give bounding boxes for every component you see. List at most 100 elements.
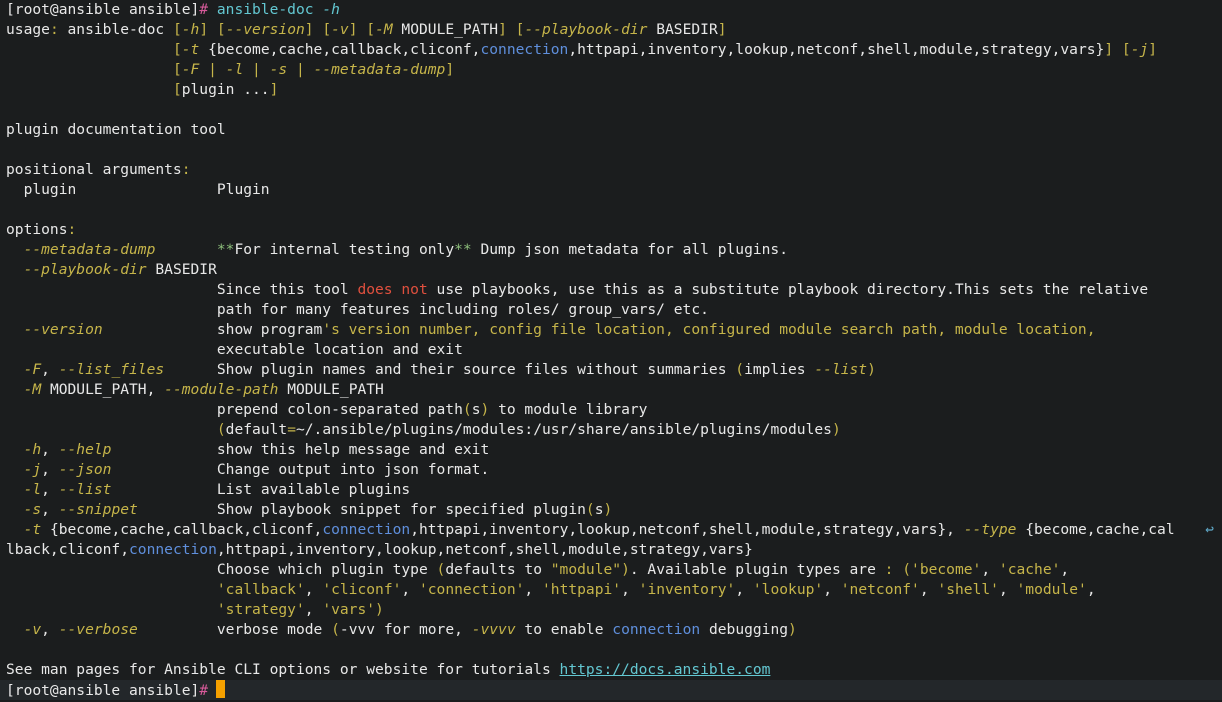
- terminal-text: 'cache': [998, 561, 1061, 578]
- terminal-text: ,: [998, 581, 1017, 598]
- terminal-text: ,: [41, 461, 59, 478]
- terminal-text: Choose which plugin type: [6, 561, 437, 578]
- terminal-line: -t {become,cache,callback,cliconf,connec…: [0, 520, 1222, 540]
- terminal-text: -v: [331, 21, 349, 38]
- terminal-text: (: [462, 401, 472, 418]
- terminal-line: -h, --help show this help message and ex…: [0, 440, 1222, 460]
- terminal-text: Dump json metadata for all plugins.: [471, 241, 789, 258]
- terminal-text: default: [225, 421, 288, 438]
- terminal-text: defaults to: [445, 561, 551, 578]
- terminal-text: 'netconf': [840, 581, 920, 598]
- terminal-text: path for many features including roles/ …: [6, 301, 709, 318]
- terminal-text: -h: [23, 441, 42, 458]
- terminal-text: See man pages for Ansible CLI options or…: [6, 661, 560, 678]
- terminal-text: ): [375, 601, 384, 618]
- terminal-text: 'lookup': [752, 581, 824, 598]
- terminal-text: =: [287, 421, 296, 438]
- terminal-text: [: [172, 21, 182, 38]
- terminal-text: lback,cliconf,: [6, 541, 130, 558]
- line-wrap-icon: ↩: [1205, 521, 1214, 538]
- terminal-text: use playbooks, use this as a substitute …: [427, 281, 1149, 298]
- terminal-text: ): [867, 361, 876, 378]
- terminal-text: ]: [1148, 41, 1158, 58]
- terminal-text: connection: [322, 521, 411, 538]
- terminal-text: List available plugins: [111, 481, 411, 498]
- terminal-text: connection: [129, 541, 217, 558]
- terminal-text: For internal testing only: [234, 241, 455, 258]
- terminal-text: ,httpapi,inventory,lookup,netconf,shell,…: [216, 541, 753, 558]
- terminal-text: MODULE_PATH,: [41, 381, 165, 398]
- terminal-text: ,: [41, 441, 59, 458]
- terminal-text: |: [199, 61, 226, 78]
- terminal-text: [root@ansible ansible]: [6, 682, 200, 699]
- terminal-line: -v, --verbose verbose mode (-vvv for mor…: [0, 620, 1222, 640]
- terminal-text: ,: [41, 361, 59, 378]
- cursor-icon: [216, 680, 226, 698]
- docs-link[interactable]: https://docs.ansible.com: [560, 661, 771, 678]
- terminal-text: ,: [823, 581, 841, 598]
- terminal-text: -j: [23, 461, 42, 478]
- terminal-text: **: [454, 241, 472, 258]
- terminal-text: does not: [357, 281, 428, 298]
- terminal-text: 's version number, config file location,…: [322, 321, 1096, 338]
- terminal-text: (: [436, 561, 446, 578]
- terminal-line: [root@ansible ansible]# ansible-doc -h: [0, 0, 1222, 20]
- terminal-line: See man pages for Ansible CLI options or…: [0, 660, 1222, 680]
- terminal-text: connection: [612, 621, 701, 638]
- terminal-window[interactable]: [root@ansible ansible]# ansible-doc -h us…: [0, 0, 1222, 702]
- terminal-line: -s, --snippet Show playbook snippet for …: [0, 500, 1222, 520]
- terminal-text: MODULE_PATH: [392, 21, 499, 38]
- terminal-text: ,: [41, 621, 59, 638]
- terminal-text: ] [: [304, 21, 332, 38]
- terminal-text: ]: [269, 81, 279, 98]
- terminal-text: 'vars': [322, 601, 376, 618]
- terminal-text: ,: [41, 481, 59, 498]
- terminal-text: --version: [225, 21, 305, 38]
- terminal-text: [: [172, 41, 182, 58]
- terminal-text: -F: [181, 61, 200, 78]
- terminal-text: 'module': [1016, 581, 1087, 598]
- terminal-text: :: [67, 221, 77, 238]
- terminal-text: ] [: [498, 21, 525, 38]
- terminal-text: (: [216, 421, 226, 438]
- terminal-text: to module library: [489, 401, 648, 418]
- terminal-text: ~/.ansible/plugins/modules:/usr/share/an…: [295, 421, 832, 438]
- terminal-text: -s: [269, 61, 288, 78]
- terminal-line: (default=~/.ansible/plugins/modules:/usr…: [0, 420, 1222, 440]
- terminal-text: ,: [1086, 581, 1096, 598]
- terminal-text: {become,cache,cal: [1016, 521, 1175, 538]
- terminal-text: --list: [814, 361, 868, 378]
- terminal-text: ansible-doc: [216, 1, 323, 18]
- terminal-line: -F, --list_files Show plugin names and t…: [0, 360, 1222, 380]
- terminal-text: ,: [304, 601, 323, 618]
- terminal-text: -s: [23, 501, 42, 518]
- terminal-line: -l, --list List available plugins: [0, 480, 1222, 500]
- terminal-text: {become,cache,callback,cliconf,: [199, 41, 481, 58]
- terminal-line: usage: ansible-doc [-h] [--version] [-v]…: [0, 20, 1222, 40]
- terminal-text: --json: [58, 461, 112, 478]
- terminal-text: [: [172, 61, 182, 78]
- terminal-line: [plugin ...]: [0, 80, 1222, 100]
- terminal-text: -F: [23, 361, 42, 378]
- terminal-line: prepend colon-separated path(s) to modul…: [0, 400, 1222, 420]
- terminal-text: -l: [225, 61, 244, 78]
- terminal-text: ,: [41, 501, 59, 518]
- terminal-text: (: [585, 501, 595, 518]
- terminal-text: BASEDIR: [146, 261, 217, 278]
- terminal-text: plugin ...: [181, 81, 270, 98]
- terminal-text: . Available plugin types are: [629, 561, 885, 578]
